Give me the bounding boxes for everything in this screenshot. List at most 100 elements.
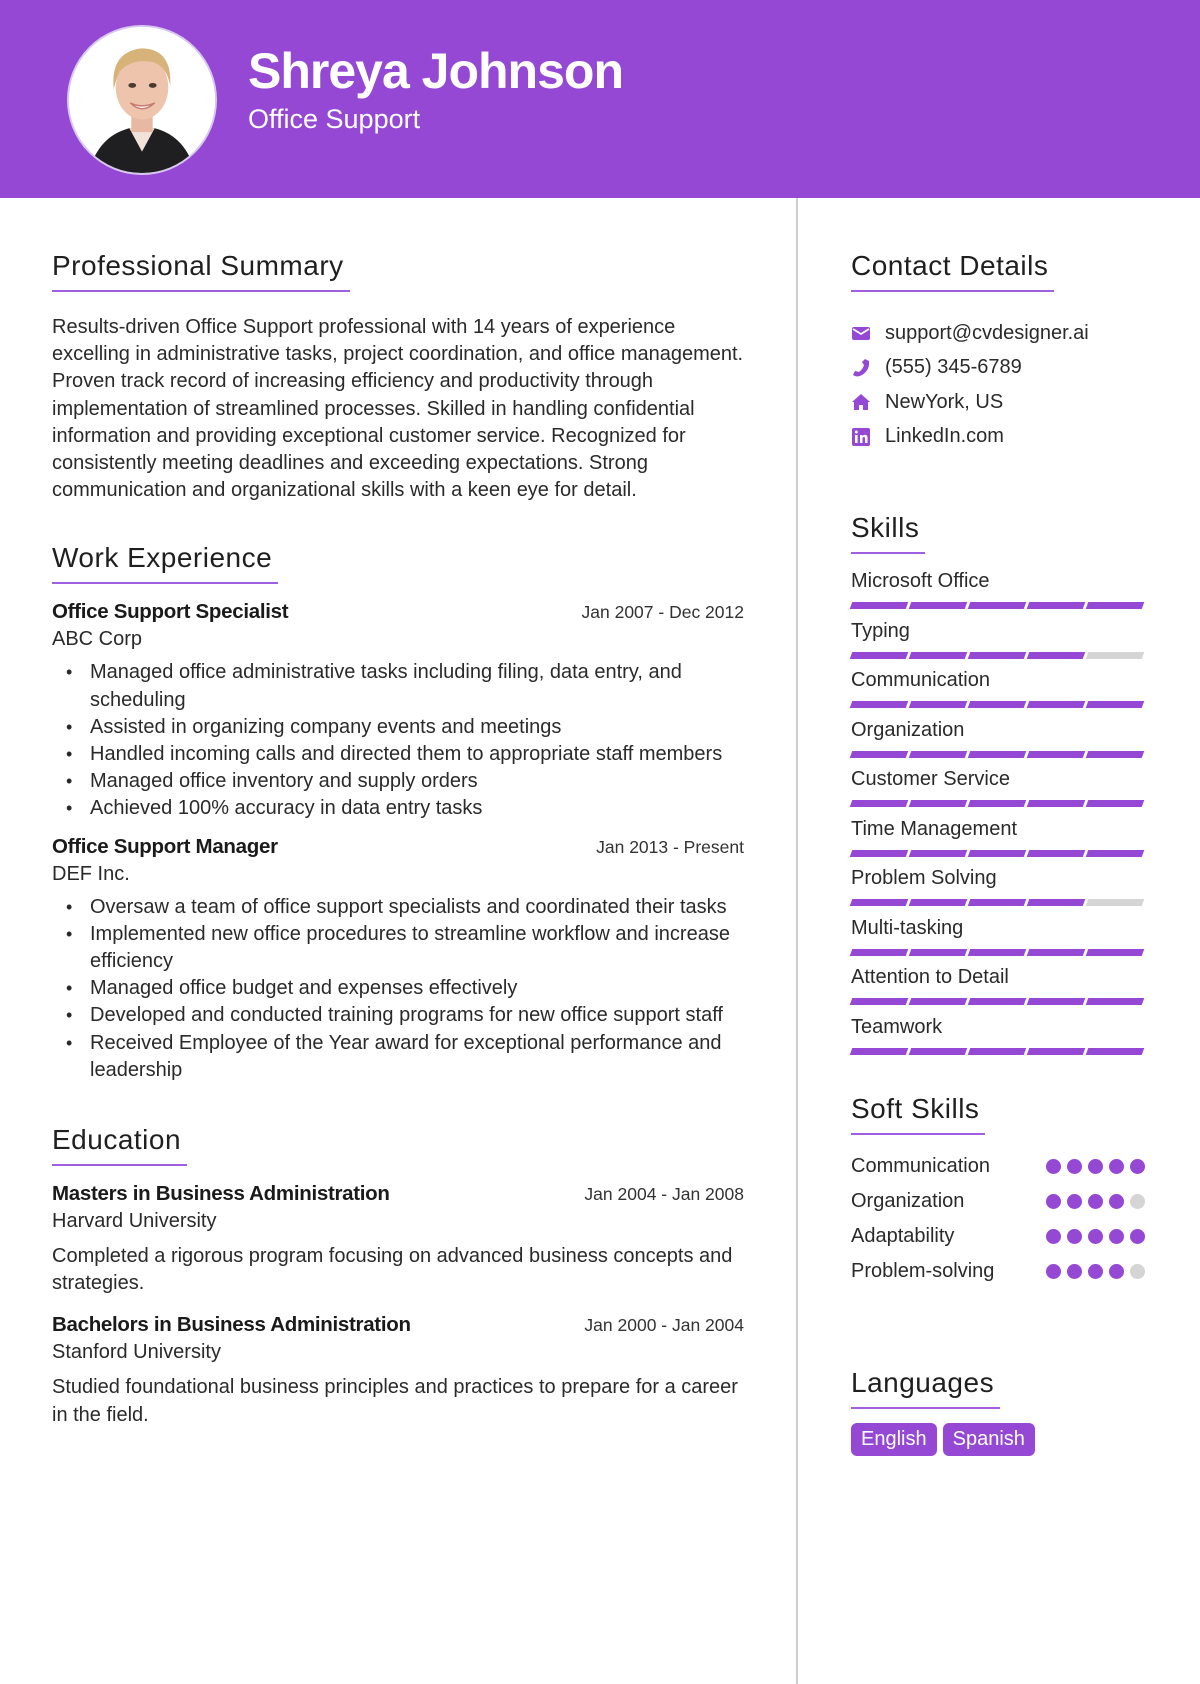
education-dates: Jan 2004 - Jan 2008 bbox=[584, 1184, 744, 1205]
education-entry: Bachelors in Business Administration Jan … bbox=[52, 1313, 744, 1428]
contact-item[interactable]: (555) 345-6789 bbox=[851, 351, 1151, 386]
section-heading: Skills bbox=[851, 512, 926, 554]
profile-photo bbox=[67, 25, 217, 175]
skill-segment-filled bbox=[1085, 998, 1145, 1005]
skill-segment-filled bbox=[908, 1047, 968, 1055]
skill-name: Customer Service bbox=[851, 768, 1010, 790]
section-heading: Languages bbox=[851, 1367, 1001, 1409]
skill-level-bar bbox=[849, 1047, 1151, 1055]
skills-section: Skills Microsoft Office Typing Communicati… bbox=[849, 512, 1151, 1064]
soft-skill-name: Organization bbox=[851, 1190, 965, 1212]
skill-name: Microsoft Office bbox=[851, 570, 990, 592]
skill-segment-filled bbox=[1026, 1047, 1086, 1055]
summary-text: Results-driven Office Support profession… bbox=[52, 316, 744, 502]
skill-segment-filled bbox=[908, 651, 968, 659]
education-entry: Masters in Business Administration Jan 20… bbox=[52, 1182, 744, 1297]
skill-item: Teamwork bbox=[849, 1014, 1151, 1064]
skill-segment-filled bbox=[849, 899, 909, 906]
job-bullets: Managed office administrative tasks incl… bbox=[52, 659, 744, 822]
skill-level-bar bbox=[849, 899, 1151, 906]
bullet-item: Developed and conducted training program… bbox=[66, 1002, 744, 1029]
skill-segment-filled bbox=[1026, 998, 1086, 1005]
soft-skill-rating bbox=[1046, 1264, 1145, 1279]
candidate-name: Shreya Johnson bbox=[248, 43, 624, 99]
skill-segment-filled bbox=[1085, 800, 1145, 807]
candidate-title: Office Support bbox=[248, 104, 421, 134]
contact-text[interactable]: LinkedIn.com bbox=[885, 425, 1004, 448]
job-company: DEF Inc. bbox=[52, 862, 130, 885]
skill-segment-filled bbox=[967, 750, 1027, 758]
skill-name: Multi-tasking bbox=[851, 916, 964, 939]
bullet-item: Received Employee of the Year award for … bbox=[66, 1030, 744, 1084]
rating-dot-filled bbox=[1109, 1159, 1124, 1174]
skill-segment-filled bbox=[1026, 602, 1086, 609]
contact-text[interactable]: support@cvdesigner.ai bbox=[885, 322, 1089, 345]
soft-skill-rating bbox=[1046, 1229, 1145, 1244]
skill-level-bar bbox=[849, 948, 1151, 956]
section-heading: Soft Skills bbox=[851, 1093, 986, 1135]
job-header: Office Support Manager Jan 2013 - Present bbox=[52, 835, 744, 859]
skill-name: Communication bbox=[851, 669, 990, 691]
skill-name: Organization bbox=[851, 718, 965, 741]
contact-item[interactable]: support@cvdesigner.ai bbox=[851, 316, 1151, 351]
skill-name: Problem Solving bbox=[851, 867, 997, 889]
skill-segment-filled bbox=[1085, 948, 1145, 956]
rating-dot-filled bbox=[1046, 1229, 1061, 1244]
bullet-item: Handled incoming calls and directed them… bbox=[66, 741, 744, 768]
section-heading: Contact Details bbox=[851, 250, 1055, 292]
skill-segment-filled bbox=[1026, 701, 1086, 708]
rating-dot-filled bbox=[1046, 1264, 1061, 1279]
soft-skill-rating bbox=[1046, 1194, 1145, 1209]
soft-skill-item: Communication bbox=[851, 1149, 1151, 1184]
skill-segment-empty bbox=[1085, 899, 1145, 906]
skill-segment-filled bbox=[908, 800, 968, 807]
bullet-item: Oversaw a team of office support special… bbox=[66, 894, 744, 921]
skill-segment-filled bbox=[967, 602, 1027, 609]
skill-segment-filled bbox=[1085, 1047, 1145, 1055]
skill-segment-filled bbox=[967, 651, 1027, 659]
rating-dot-filled bbox=[1109, 1264, 1124, 1279]
skill-segment-filled bbox=[1085, 701, 1145, 708]
skill-item: Communication bbox=[849, 667, 1151, 717]
skill-segment-filled bbox=[1026, 899, 1086, 906]
skill-segment-filled bbox=[1026, 750, 1086, 758]
contact-text[interactable]: (555) 345-6789 bbox=[885, 356, 1022, 379]
rating-dot-filled bbox=[1130, 1229, 1145, 1244]
job-bullets: Oversaw a team of office support special… bbox=[52, 894, 744, 1084]
rating-dot-filled bbox=[1088, 1159, 1103, 1174]
contact-text[interactable]: NewYork, US bbox=[885, 391, 1003, 414]
skill-segment-filled bbox=[1085, 602, 1145, 609]
job-dates: Jan 2007 - Dec 2012 bbox=[581, 602, 744, 623]
rating-dot-filled bbox=[1067, 1194, 1082, 1209]
skill-segment-filled bbox=[908, 750, 968, 758]
skill-segment-filled bbox=[967, 899, 1027, 906]
skill-item: Organization bbox=[849, 717, 1151, 767]
skill-segment-filled bbox=[967, 849, 1027, 857]
job-entry: Office Support Manager Jan 2013 - Present… bbox=[52, 835, 744, 1084]
rating-dot-filled bbox=[1046, 1159, 1061, 1174]
skill-segment-filled bbox=[1026, 800, 1086, 807]
education-header: Masters in Business Administration Jan 20… bbox=[52, 1182, 744, 1206]
contact-section: Contact Details support@cvdesigner.ai (55… bbox=[851, 250, 1151, 454]
education-description: Studied foundational business principles… bbox=[52, 1376, 738, 1426]
job-entry: Office Support Specialist Jan 2007 - Dec … bbox=[52, 600, 744, 822]
skill-segment-filled bbox=[849, 750, 909, 758]
rating-dot-filled bbox=[1109, 1229, 1124, 1244]
contact-item[interactable]: NewYork, US bbox=[851, 385, 1151, 420]
degree-title: Bachelors in Business Administration bbox=[52, 1313, 411, 1337]
contact-item[interactable]: LinkedIn.com bbox=[851, 420, 1151, 455]
skill-segment-filled bbox=[1026, 651, 1086, 659]
rating-dot-filled bbox=[1088, 1194, 1103, 1209]
sidebar-column: Contact Details support@cvdesigner.ai (55… bbox=[849, 250, 1151, 1486]
education-dates: Jan 2000 - Jan 2004 bbox=[584, 1315, 744, 1336]
skill-segment-filled bbox=[849, 998, 909, 1005]
skill-segment-filled bbox=[849, 602, 909, 609]
bullet-item: Achieved 100% accuracy in data entry tas… bbox=[66, 795, 744, 822]
languages-section: Languages English Spanish bbox=[851, 1367, 1151, 1456]
column-divider bbox=[796, 198, 798, 1684]
soft-skill-item: Problem-solving bbox=[851, 1254, 1151, 1289]
skill-segment-filled bbox=[849, 948, 909, 956]
main-column: Professional Summary Results-driven Offi… bbox=[52, 250, 744, 1459]
rating-dot-filled bbox=[1088, 1229, 1103, 1244]
job-list: Office Support Specialist Jan 2007 - Dec … bbox=[52, 600, 744, 1084]
